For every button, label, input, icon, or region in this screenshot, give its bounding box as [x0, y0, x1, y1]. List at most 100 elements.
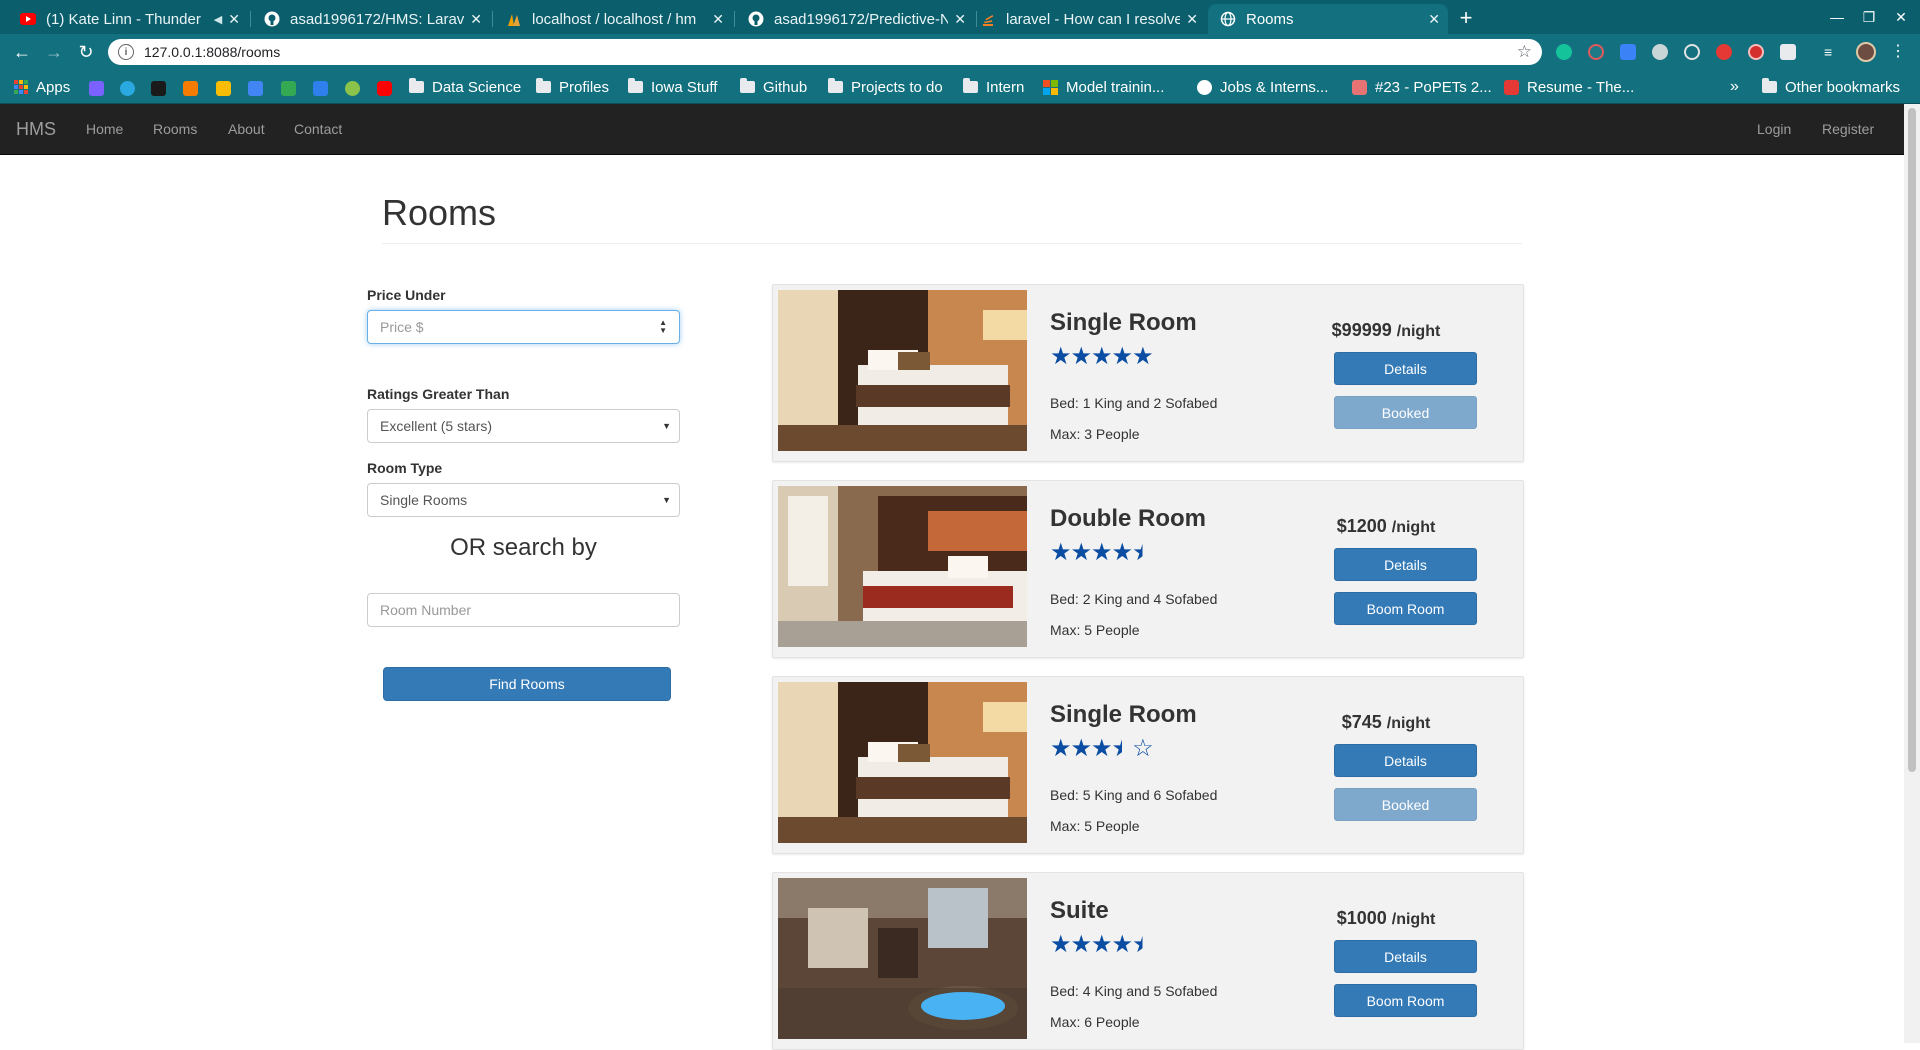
back-arrow-icon[interactable]: ← — [8, 38, 36, 66]
bookmark-site-icon[interactable] — [345, 81, 360, 96]
book-room-button[interactable]: Boom Room — [1334, 592, 1477, 625]
nav-contact[interactable]: Contact — [294, 121, 342, 137]
details-button[interactable]: Details — [1334, 940, 1477, 973]
reload-icon[interactable]: ↻ — [72, 38, 100, 66]
max-people: Max: 5 People — [1050, 622, 1140, 638]
close-tab-icon[interactable]: ✕ — [228, 11, 240, 28]
extension-icon[interactable] — [1652, 44, 1668, 60]
close-tab-icon[interactable]: ✕ — [954, 11, 966, 28]
bookmark-site-icon[interactable] — [89, 81, 104, 96]
extension-icon[interactable] — [1716, 44, 1732, 60]
browser-tab[interactable]: localhost / localhost / hm ✕ — [494, 4, 732, 34]
close-tab-icon[interactable]: ✕ — [470, 11, 482, 28]
grammarly-extension-icon[interactable] — [1556, 44, 1572, 60]
bookmark-site-icon[interactable] — [183, 81, 198, 96]
book-room-button[interactable]: Boom Room — [1334, 984, 1477, 1017]
room-card: Suite ★★★★★ Bed: 4 King and 5 Sofabed Ma… — [772, 872, 1524, 1050]
room-number-placeholder: Room Number — [380, 602, 472, 618]
bookmark-folder[interactable]: Iowa Stuff — [628, 76, 717, 98]
details-button[interactable]: Details — [1334, 744, 1477, 777]
folder-icon — [828, 78, 843, 93]
find-rooms-button[interactable]: Find Rooms — [383, 667, 671, 701]
address-bar[interactable]: i 127.0.0.1:8088/rooms ☆ — [108, 39, 1542, 65]
extension-icon[interactable] — [1748, 44, 1764, 60]
close-tab-icon[interactable]: ✕ — [712, 11, 724, 28]
minimize-icon[interactable]: — — [1824, 4, 1850, 30]
browser-tab[interactable]: laravel - How can I resolve ✕ — [968, 4, 1206, 34]
hotel-room-photo[interactable] — [778, 486, 1027, 647]
rating-stars: ★★★★★ — [1050, 541, 1154, 565]
price-unit: /night — [1386, 715, 1431, 732]
bookmark-link[interactable]: Resume - The... — [1504, 76, 1634, 98]
site-info-icon[interactable]: i — [118, 44, 134, 60]
price-input[interactable]: Price $ ▲ ▼ — [367, 310, 680, 344]
browser-tab[interactable]: (1) Kate Linn - Thunder ◀ ✕ — [8, 4, 248, 34]
bookmark-link[interactable]: Jobs & Interns... — [1197, 76, 1328, 98]
nav-register[interactable]: Register — [1822, 121, 1874, 137]
number-spinner-icon[interactable]: ▲ ▼ — [659, 319, 667, 335]
booked-button[interactable]: Booked — [1334, 788, 1477, 821]
extension-icon[interactable] — [1684, 44, 1700, 60]
booked-button[interactable]: Booked — [1334, 396, 1477, 429]
max-people: Max: 3 People — [1050, 426, 1140, 442]
bookmark-folder[interactable]: Projects to do — [828, 76, 943, 98]
google-docs-icon[interactable] — [248, 81, 263, 96]
bookmark-label: Profiles — [559, 78, 610, 96]
profile-avatar[interactable] — [1856, 42, 1876, 62]
bookmark-star-icon[interactable]: ☆ — [1517, 42, 1532, 62]
folder-icon — [1762, 78, 1777, 93]
extension-icon[interactable] — [1588, 44, 1604, 60]
bookmark-folder[interactable]: Profiles — [536, 76, 609, 98]
room-card: Double Room ★★★★★ Bed: 2 King and 4 Sofa… — [772, 480, 1524, 658]
bookmark-folder[interactable]: Data Science — [409, 76, 521, 98]
hotel-room-photo[interactable] — [778, 290, 1027, 451]
suite-photo[interactable] — [778, 878, 1027, 1039]
or-search-heading: OR search by — [450, 534, 597, 561]
extension-icon[interactable] — [1620, 44, 1636, 60]
bookmark-folder[interactable]: Intern — [963, 76, 1024, 98]
bookmark-link[interactable]: #23 - PoPETs 2... — [1352, 76, 1492, 98]
bookmark-folder[interactable]: Github — [740, 76, 807, 98]
window-close-icon[interactable]: ✕ — [1888, 4, 1914, 30]
bookmark-site-icon[interactable] — [151, 81, 166, 96]
bookmark-label: #23 - PoPETs 2... — [1375, 78, 1492, 96]
dropbox-icon[interactable] — [313, 81, 328, 96]
price-unit: /night — [1391, 911, 1436, 928]
google-slides-icon[interactable] — [216, 81, 231, 96]
youtube-icon[interactable] — [377, 81, 392, 96]
nav-about[interactable]: About — [228, 121, 265, 137]
site-brand[interactable]: HMS — [16, 119, 56, 140]
new-tab-button[interactable]: + — [1452, 4, 1480, 32]
details-button[interactable]: Details — [1334, 548, 1477, 581]
restore-icon[interactable]: ❐ — [1856, 4, 1882, 30]
other-bookmarks[interactable]: Other bookmarks — [1762, 76, 1900, 98]
folder-icon — [409, 78, 424, 93]
nav-rooms[interactable]: Rooms — [153, 121, 197, 137]
reading-list-icon[interactable]: ≡ — [1824, 44, 1840, 60]
nav-home[interactable]: Home — [86, 121, 123, 137]
bookmark-link[interactable]: Model trainin... — [1043, 76, 1164, 98]
extension-icon[interactable] — [1780, 44, 1796, 60]
bookmark-apps[interactable]: Apps — [14, 76, 70, 98]
nav-login[interactable]: Login — [1757, 121, 1791, 137]
browser-tab[interactable]: asad1996172/Predictive-N ✕ — [736, 4, 974, 34]
scrollbar-thumb[interactable] — [1908, 108, 1916, 772]
more-bookmarks-chevron[interactable]: » — [1730, 76, 1739, 98]
ratings-select[interactable]: Excellent (5 stars) ▼ — [367, 409, 680, 443]
close-tab-icon[interactable]: ✕ — [1186, 11, 1198, 28]
star-full-icon: ★ — [1111, 931, 1133, 958]
room-type-select[interactable]: Single Rooms ▼ — [367, 483, 680, 517]
room-number-input[interactable]: Room Number — [367, 593, 680, 627]
browser-tab-active[interactable]: Rooms ✕ — [1208, 4, 1448, 34]
onedrive-icon[interactable] — [120, 81, 135, 96]
page-scrollbar[interactable] — [1904, 104, 1920, 1043]
close-tab-icon[interactable]: ✕ — [1428, 11, 1440, 28]
forward-arrow-icon[interactable]: → — [40, 38, 68, 66]
hotel-room-photo[interactable] — [778, 682, 1027, 843]
ratings-selected-value: Excellent (5 stars) — [380, 418, 493, 434]
browser-menu-icon[interactable]: ⋮ — [1890, 44, 1906, 60]
google-sheets-icon[interactable] — [281, 81, 296, 96]
details-button[interactable]: Details — [1334, 352, 1477, 385]
page-title: Rooms — [382, 192, 497, 233]
browser-tab[interactable]: asad1996172/HMS: Larav ✕ — [252, 4, 490, 34]
